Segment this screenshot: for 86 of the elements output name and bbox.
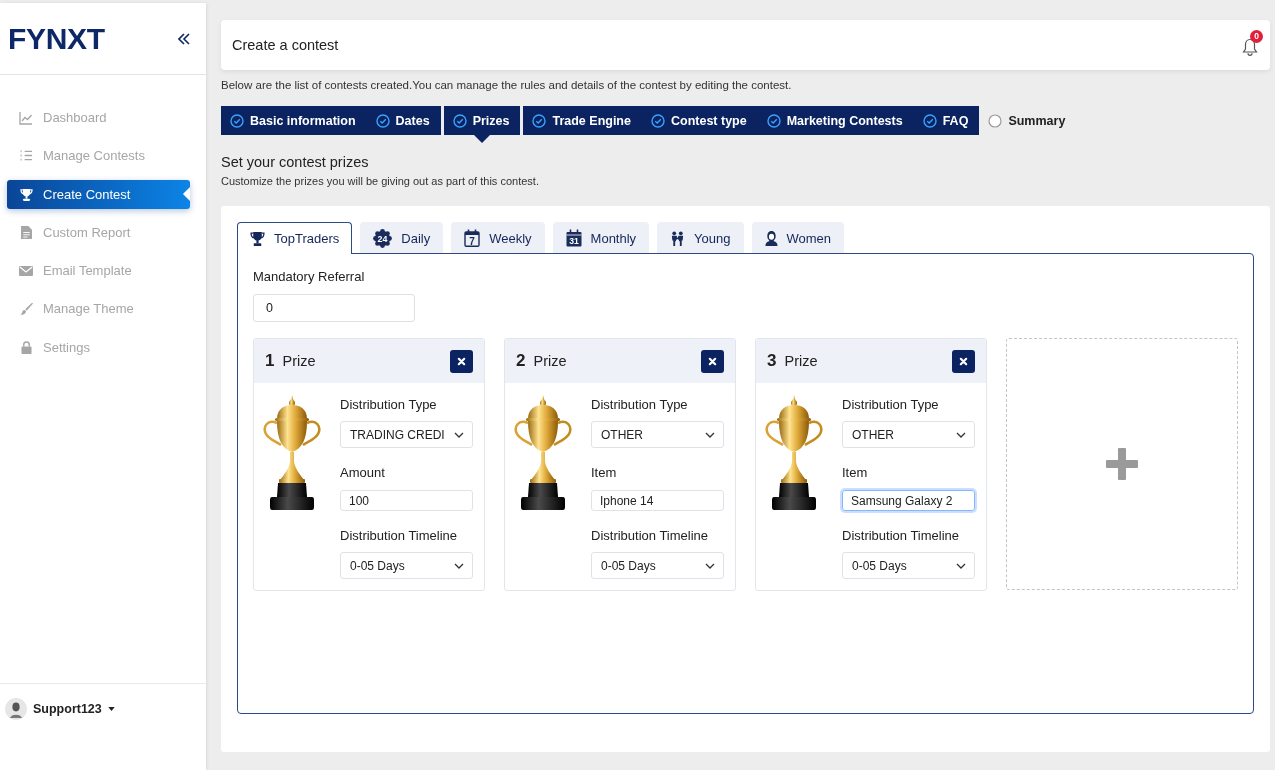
chevron-down-icon [454,562,464,569]
check-circle-icon [532,113,547,128]
field-label: Distribution Timeline [340,528,459,544]
field-label: Distribution Timeline [842,528,961,544]
description-text: Below are the list of contests created.You can manage the rules and details of the contest by editing the contest. [221,78,793,92]
section-subtitle: Customize the prizes you will be giving out as part of this contest. [221,175,540,188]
close-icon [708,356,717,366]
prize-title: Prize [533,353,568,369]
step-tab[interactable]: Contest type [641,106,758,135]
prize-title: Prize [784,353,819,369]
field-label: Distribution Timeline [591,528,710,544]
radio-icon [988,113,1003,128]
brand-logo: FYNXT [8,22,105,55]
user-name[interactable]: Support123 [33,698,102,720]
list-icon [19,149,33,163]
field-label: Distribution Type [591,397,689,413]
plus-icon [1106,448,1138,480]
dropdown[interactable]: 0-05 Days [591,552,724,579]
remove-prize-button[interactable] [701,349,724,373]
people-icon [670,230,686,246]
chevron-down-icon [705,562,715,569]
tab[interactable]: Women [751,222,845,253]
check-circle-icon [922,113,937,128]
field-label: Item [591,465,618,481]
tab[interactable]: TopTraders [237,222,353,254]
step-tab[interactable]: Marketing Contests [757,106,914,135]
step-tab[interactable]: Dates [366,106,441,135]
cog-icon: 24 [373,228,393,248]
check-circle-icon [766,113,781,128]
trophy-icon [19,187,33,201]
field-label: Distribution Type [340,397,438,413]
tab[interactable]: Young [657,222,744,253]
caret-icon[interactable] [107,707,115,711]
chart-icon [19,110,33,125]
field-label: Mandatory Referral [253,269,366,285]
check-circle-icon [650,113,665,128]
trophy-icon [250,231,265,246]
step-tab[interactable]: FAQ [913,106,980,135]
chevron-down-icon [705,431,715,438]
check-circle-icon [452,113,467,128]
prize-title: Prize [282,353,317,369]
chevron-down-icon [956,431,966,438]
calendar-icon: 31 [565,229,582,247]
notification-badge: 0 [1250,30,1263,43]
check-circle-icon [230,113,244,128]
dropdown[interactable]: OTHER [591,421,724,448]
tab[interactable]: 24 Daily [360,222,444,253]
input-field[interactable]: 100 [340,490,473,511]
chevron-down-icon [956,562,966,569]
input-field[interactable]: 0 [253,294,415,322]
field-label: Amount [340,465,386,481]
step-tab[interactable]: Summary [979,106,1077,135]
input-field[interactable]: Samsung Galaxy 2 [842,490,975,511]
person-icon [764,230,778,246]
tab[interactable]: 7 Weekly [451,222,545,253]
close-icon [959,356,968,366]
lock-icon [20,340,32,354]
step-tab[interactable]: Trade Engine [523,106,642,135]
dropdown[interactable]: TRADING CREDI [340,421,473,448]
brush-icon [19,302,33,316]
field-label: Item [842,465,869,481]
avatar-icon [5,698,27,720]
envelope-icon [19,265,33,276]
input-field[interactable]: Iphone 14 [591,490,724,511]
remove-prize-button[interactable] [450,349,473,373]
calendar-icon: 7 [464,229,481,247]
bell-icon[interactable] [1242,38,1258,56]
field-label: Distribution Type [842,397,940,413]
dropdown[interactable]: 0-05 Days [842,552,975,579]
document-icon [20,225,32,239]
close-icon [457,356,466,366]
check-circle-icon [375,113,390,128]
prize-rank: 2 [516,351,526,371]
section-title: Set your contest prizes [221,154,370,171]
dropdown[interactable]: 0-05 Days [340,552,473,579]
prize-rank: 1 [265,351,275,371]
collapse-icon[interactable] [178,32,190,45]
step-tab[interactable]: Prizes [443,106,521,143]
tab[interactable]: 31 Monthly [552,222,650,253]
remove-prize-button[interactable] [952,349,975,373]
dropdown[interactable]: OTHER [842,421,975,448]
prize-rank: 3 [767,351,777,371]
nav-item[interactable]: Create Contest [7,179,190,209]
chevron-down-icon [454,431,464,438]
page-title: Create a contest [232,37,339,53]
step-tab[interactable]: Basic information [221,106,367,135]
